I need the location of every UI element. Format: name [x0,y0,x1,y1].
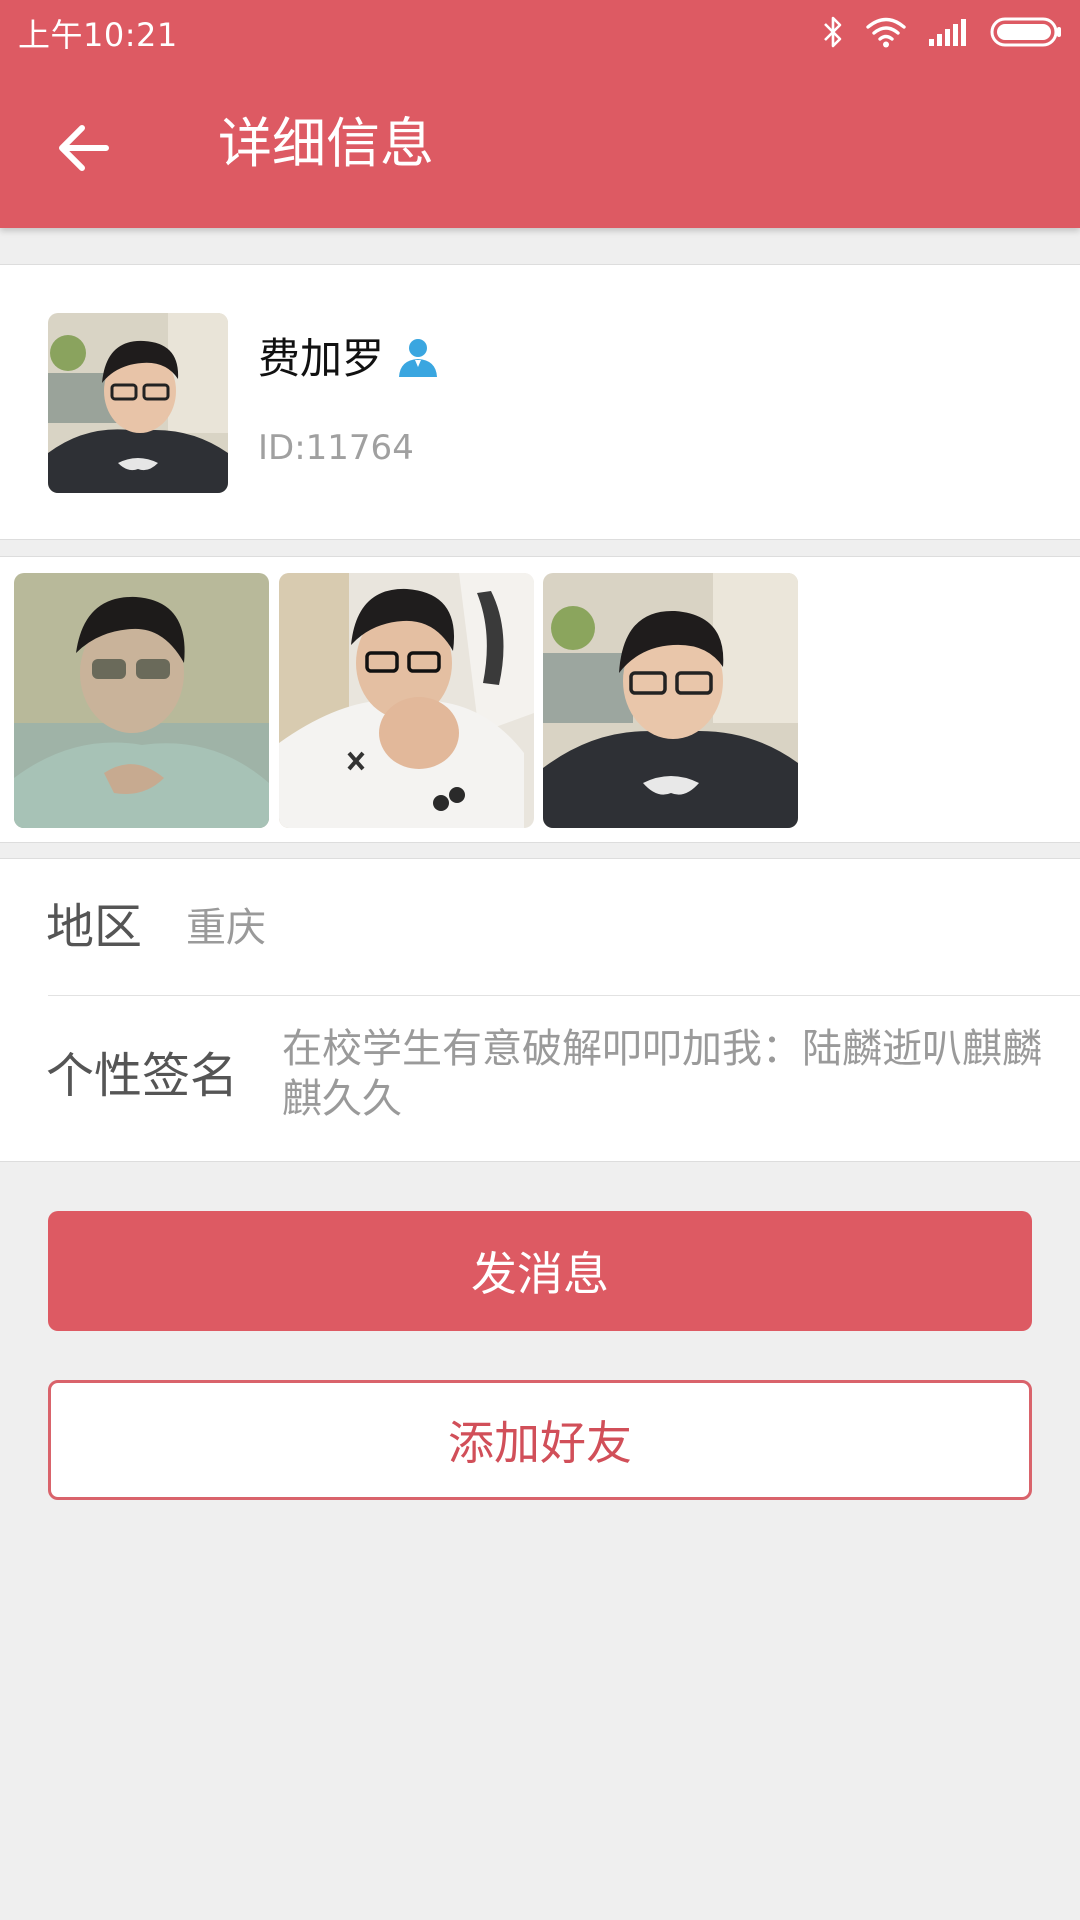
status-bar: 上午10:21 [0,0,1080,64]
send-message-button[interactable]: 发消息 [48,1211,1032,1331]
profile-photo-1[interactable] [14,573,269,828]
profile-card: 费加罗 ID:11764 [0,264,1080,540]
add-friend-button[interactable]: 添加好友 [48,1380,1032,1500]
avatar-image [48,313,228,493]
info-section: 地区 重庆 个性签名 在校学生有意破解叩叩加我：陆麟逝叭麒麟麒久久 [0,858,1080,1162]
profile-photo-2[interactable] [279,573,534,828]
battery-icon [990,17,1061,47]
profile-detail-screen: 上午10:21 详细信息 费加罗 ID:11764 地区 重庆 个性签名 在校学… [0,0,1080,1920]
status-time: 上午10:21 [18,16,178,54]
signal-icon [929,19,966,46]
back-arrow-icon [59,125,109,171]
person-badge-icon [399,339,437,377]
back-button[interactable] [44,108,124,188]
bluetooth-icon [824,16,842,48]
status-icons [822,12,1062,52]
region-value: 重庆 [186,905,266,951]
photo-2-image [279,573,534,828]
profile-photo-3[interactable] [543,573,798,828]
signature-row: 个性签名 在校学生有意破解叩叩加我：陆麟逝叭麒麟麒久久 [0,996,1080,1162]
user-id: ID:11764 [258,428,414,468]
wifi-icon [866,17,906,48]
photo-strip [0,556,1080,843]
region-label: 地区 [46,899,143,955]
top-app-bar: 上午10:21 详细信息 [0,0,1080,228]
region-row: 地区 重庆 [0,859,1080,995]
page-title: 详细信息 [218,112,434,175]
avatar[interactable] [48,313,228,493]
photo-1-image [14,573,269,828]
user-name: 费加罗 [258,334,385,383]
photo-3-image [543,573,798,828]
signature-value: 在校学生有意破解叩叩加我：陆麟逝叭麒麟麒久久 [282,1026,1042,1122]
signature-label: 个性签名 [46,1048,239,1104]
